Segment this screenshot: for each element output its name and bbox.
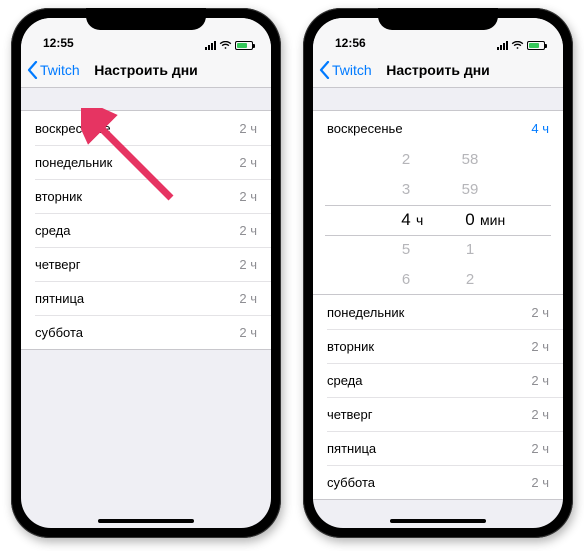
- picker-hours-unit: ч: [416, 212, 423, 228]
- day-label: воскресенье: [327, 121, 403, 136]
- time-picker[interactable]: 1 2 3 4 5 6 7 ч 57 58 59 0 1 2 3: [313, 145, 563, 295]
- day-row-friday[interactable]: пятница 2 ч: [313, 431, 563, 465]
- day-value: 2 ч: [531, 441, 549, 456]
- back-label: Twitch: [332, 62, 372, 78]
- phone-right: 12:56 Twitch Настроить дни воскресенье 4…: [303, 8, 573, 538]
- day-row-monday[interactable]: понедельник 2 ч: [21, 145, 271, 179]
- day-value: 2 ч: [239, 257, 257, 272]
- back-button[interactable]: Twitch: [27, 61, 80, 79]
- day-value: 2 ч: [531, 305, 549, 320]
- status-time: 12:56: [335, 36, 366, 50]
- day-row-thursday[interactable]: четверг 2 ч: [21, 247, 271, 281]
- picker-minutes-column[interactable]: 57 58 59 0 1 2 3 мин: [438, 145, 502, 294]
- day-row-saturday[interactable]: суббота 2 ч: [313, 465, 563, 499]
- day-value: 2 ч: [531, 407, 549, 422]
- day-label: четверг: [35, 257, 81, 272]
- chevron-left-icon: [319, 61, 330, 79]
- chevron-left-icon: [27, 61, 38, 79]
- day-row-tuesday[interactable]: вторник 2 ч: [313, 329, 563, 363]
- picker-item: 2: [438, 265, 502, 295]
- day-value: 2 ч: [239, 325, 257, 340]
- picker-item: 58: [438, 145, 502, 175]
- day-label: суббота: [35, 325, 83, 340]
- day-label: понедельник: [327, 305, 404, 320]
- day-label: четверг: [327, 407, 373, 422]
- picker-item-selected: 4: [374, 205, 438, 235]
- day-value: 4 ч: [531, 121, 549, 136]
- day-row-wednesday[interactable]: среда 2 ч: [21, 213, 271, 247]
- screen: 12:56 Twitch Настроить дни воскресенье 4…: [313, 18, 563, 528]
- day-label: вторник: [35, 189, 82, 204]
- day-list: понедельник 2 ч вторник 2 ч среда 2 ч четве…: [313, 295, 563, 500]
- day-value: 2 ч: [239, 291, 257, 306]
- picker-item: 3: [374, 175, 438, 205]
- notch: [378, 8, 498, 30]
- day-row-thursday[interactable]: четверг 2 ч: [313, 397, 563, 431]
- picker-item: 6: [374, 265, 438, 295]
- day-label: воскресенье: [35, 121, 111, 136]
- day-row-tuesday[interactable]: вторник 2 ч: [21, 179, 271, 213]
- day-value: 2 ч: [239, 121, 257, 136]
- day-label: пятница: [327, 441, 376, 456]
- wifi-icon: [511, 41, 524, 50]
- expanded-row-list: воскресенье 4 ч: [313, 110, 563, 145]
- phone-left: 12:55 Twitch Настроить дни воскресенье 2 …: [11, 8, 281, 538]
- status-time: 12:55: [43, 36, 74, 50]
- day-label: вторник: [327, 339, 374, 354]
- picker-item: 5: [374, 235, 438, 265]
- back-label: Twitch: [40, 62, 80, 78]
- battery-icon: [235, 41, 253, 50]
- picker-item: 1: [438, 235, 502, 265]
- status-icons: [205, 41, 253, 50]
- picker-minutes-unit: мин: [480, 212, 505, 228]
- day-value: 2 ч: [531, 373, 549, 388]
- day-label: среда: [327, 373, 363, 388]
- picker-item: 59: [438, 175, 502, 205]
- nav-bar: Twitch Настроить дни: [21, 52, 271, 88]
- day-row-monday[interactable]: понедельник 2 ч: [313, 295, 563, 329]
- day-row-sunday-expanded[interactable]: воскресенье 4 ч: [313, 111, 563, 145]
- home-indicator[interactable]: [98, 519, 194, 523]
- day-value: 2 ч: [531, 339, 549, 354]
- day-value: 2 ч: [531, 475, 549, 490]
- wifi-icon: [219, 41, 232, 50]
- picker-hours-column[interactable]: 1 2 3 4 5 6 7 ч: [374, 145, 438, 294]
- picker-item: 2: [374, 145, 438, 175]
- home-indicator[interactable]: [390, 519, 486, 523]
- day-label: среда: [35, 223, 71, 238]
- status-icons: [497, 41, 545, 50]
- day-row-sunday[interactable]: воскресенье 2 ч: [21, 111, 271, 145]
- day-value: 2 ч: [239, 189, 257, 204]
- day-list: воскресенье 2 ч понедельник 2 ч вторник 2 ч…: [21, 110, 271, 350]
- day-label: пятница: [35, 291, 84, 306]
- day-row-saturday[interactable]: суббота 2 ч: [21, 315, 271, 349]
- notch: [86, 8, 206, 30]
- day-row-wednesday[interactable]: среда 2 ч: [313, 363, 563, 397]
- back-button[interactable]: Twitch: [319, 61, 372, 79]
- day-row-friday[interactable]: пятница 2 ч: [21, 281, 271, 315]
- battery-icon: [527, 41, 545, 50]
- day-value: 2 ч: [239, 155, 257, 170]
- screen: 12:55 Twitch Настроить дни воскресенье 2 …: [21, 18, 271, 528]
- content[interactable]: воскресенье 4 ч 1 2 3 4 5 6 7 ч: [313, 88, 563, 528]
- day-label: суббота: [327, 475, 375, 490]
- day-value: 2 ч: [239, 223, 257, 238]
- signal-icon: [205, 41, 216, 50]
- content[interactable]: воскресенье 2 ч понедельник 2 ч вторник 2 ч…: [21, 88, 271, 528]
- signal-icon: [497, 41, 508, 50]
- day-label: понедельник: [35, 155, 112, 170]
- nav-bar: Twitch Настроить дни: [313, 52, 563, 88]
